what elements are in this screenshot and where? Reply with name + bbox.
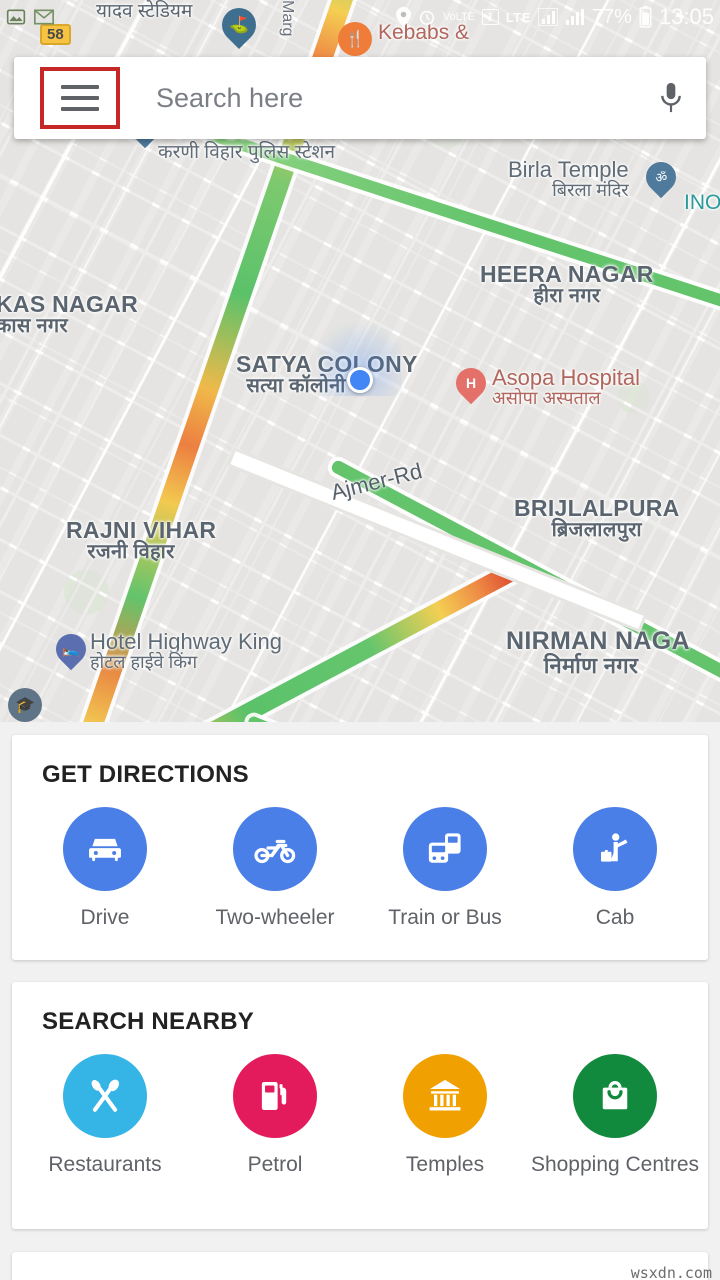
network-type-label: LTE — [505, 9, 531, 25]
battery-percent-label: 77% — [591, 5, 632, 28]
alarm-icon — [418, 8, 436, 26]
nearby-option-petrol[interactable]: Petrol — [190, 1054, 360, 1177]
third-card-partial[interactable] — [12, 1252, 708, 1280]
battery-icon — [639, 6, 652, 28]
map-label-heera-nagar: HEERA NAGAR हीरा नगर — [480, 262, 654, 307]
map-label-kas-nagar: KAS NAGAR कास नगर — [0, 292, 138, 337]
area-rajni-en: RAJNI VIHAR — [66, 517, 217, 543]
area-rajni-hi: रजनी विहार — [87, 541, 175, 564]
direction-label-train-or-bus: Train or Bus — [388, 906, 502, 929]
direction-option-cab[interactable]: Cab — [530, 807, 700, 930]
search-nearby-tiles: Restaurants Petrol Temples Shopping Cent… — [12, 1036, 708, 1177]
poi-hotel-en: Hotel Highway King — [90, 629, 282, 654]
area-nirman-en: NIRMAN NAGA — [506, 627, 690, 655]
map-label-rajni-vihar: RAJNI VIHAR रजनी विहार — [66, 518, 216, 563]
app-screen: 58 यादव स्टेडियम ⛳ Marg 🍴 Kebabs & ★ Pol… — [0, 0, 720, 1280]
cab-hail-icon — [573, 807, 657, 891]
nearby-label-petrol: Petrol — [247, 1153, 303, 1176]
map-label-brijlalpura: BRIJLALPURA ब्रिजलालपुरा — [514, 496, 680, 541]
get-directions-card: GET DIRECTIONS Drive Two-wheeler Train o… — [12, 735, 708, 960]
poi-temple-hi: बिरला मंदिर — [552, 180, 629, 201]
direction-option-train-or-bus[interactable]: Train or Bus — [360, 807, 530, 930]
temple-pin-icon[interactable]: ॐ — [639, 155, 683, 200]
watermark-label: wsxdn.com — [630, 1264, 712, 1280]
area-brij-hi: ब्रिजलालपुरा — [551, 519, 642, 542]
area-heera-en: HEERA NAGAR — [480, 261, 654, 287]
hamburger-line-1 — [61, 85, 99, 89]
direction-label-drive: Drive — [80, 906, 130, 929]
nearby-option-shopping-centres[interactable]: Shopping Centres — [530, 1054, 700, 1177]
clock-label: 13:05 — [658, 4, 714, 29]
signal-bars-icon-2 — [565, 8, 585, 26]
map-label-birla-temple: Birla Temple बिरला मंदिर — [508, 158, 629, 200]
poi-temple-en: Birla Temple — [508, 157, 629, 182]
search-bar[interactable]: Search here — [14, 57, 706, 139]
hospital-pin-icon[interactable]: H — [449, 361, 493, 406]
poi-hospital-en: Asopa Hospital — [492, 365, 640, 390]
get-directions-title: GET DIRECTIONS — [42, 761, 249, 788]
temple-bank-icon — [403, 1054, 487, 1138]
direction-label-two-wheeler: Two-wheeler — [215, 906, 335, 929]
school-pin-icon[interactable]: 🎓 — [8, 688, 42, 722]
fuel-pump-icon — [233, 1054, 317, 1138]
gmail-icon — [34, 9, 54, 25]
nearby-label-restaurants: Restaurants — [48, 1153, 162, 1176]
direction-option-two-wheeler[interactable]: Two-wheeler — [190, 807, 360, 930]
nearby-option-restaurants[interactable]: Restaurants — [20, 1054, 190, 1177]
microphone-icon[interactable] — [636, 80, 706, 116]
poi-hospital-hi: असोपा अस्पताल — [492, 388, 601, 409]
direction-option-drive[interactable]: Drive — [20, 807, 190, 930]
shopping-bag-icon — [573, 1054, 657, 1138]
map-label-inox: INO — [684, 191, 720, 214]
map-label-hotel-highway-king: Hotel Highway King होटल हाईवे किंग — [90, 630, 282, 672]
direction-label-cab: Cab — [595, 906, 635, 929]
hamburger-menu-icon[interactable] — [40, 67, 120, 129]
hamburger-line-2 — [61, 96, 99, 100]
screenshot-icon — [6, 7, 26, 27]
area-kas-en: KAS NAGAR — [0, 291, 138, 317]
nearby-option-temples[interactable]: Temples — [360, 1054, 530, 1177]
map-label-nirman-nagar: NIRMAN NAGA निर्माण नगर — [506, 628, 690, 677]
search-nearby-title: SEARCH NEARBY — [42, 1008, 254, 1035]
cutlery-icon — [63, 1054, 147, 1138]
search-nearby-card: SEARCH NEARBY Restaurants Petrol Temples… — [12, 982, 708, 1229]
volte-indicator: VoLTE — [442, 10, 476, 23]
area-heera-hi: हीरा नगर — [533, 285, 601, 308]
status-bar: VoLTE 1 LTE 77% 13:05 — [0, 0, 720, 34]
area-brij-en: BRIJLALPURA — [514, 495, 680, 521]
train-bus-icon — [403, 807, 487, 891]
hamburger-line-3 — [61, 107, 99, 111]
search-input[interactable]: Search here — [156, 83, 636, 114]
get-directions-tiles: Drive Two-wheeler Train or Bus Cab — [12, 789, 708, 930]
hotel-pin-icon[interactable]: 🛌 — [49, 627, 93, 672]
map-label-asopa-hospital: Asopa Hospital असोपा अस्पताल — [492, 366, 640, 408]
poi-hotel-hi: होटल हाईवे किंग — [90, 652, 198, 673]
signal-bars-icon-1 — [537, 8, 558, 26]
area-kas-hi: कास नगर — [0, 315, 68, 338]
poi-police-hi: करणी विहार पुलिस स्टेशन — [158, 142, 335, 164]
sim-indicator: 1 — [482, 9, 499, 25]
my-location-dot[interactable] — [347, 367, 373, 393]
car-icon — [63, 807, 147, 891]
location-pin-icon — [395, 7, 411, 27]
motorcycle-icon — [233, 807, 317, 891]
nearby-label-temples: Temples — [405, 1153, 485, 1176]
nearby-label-shopping-centres: Shopping Centres — [530, 1153, 700, 1176]
area-nirman-hi: निर्माण नगर — [543, 653, 639, 679]
